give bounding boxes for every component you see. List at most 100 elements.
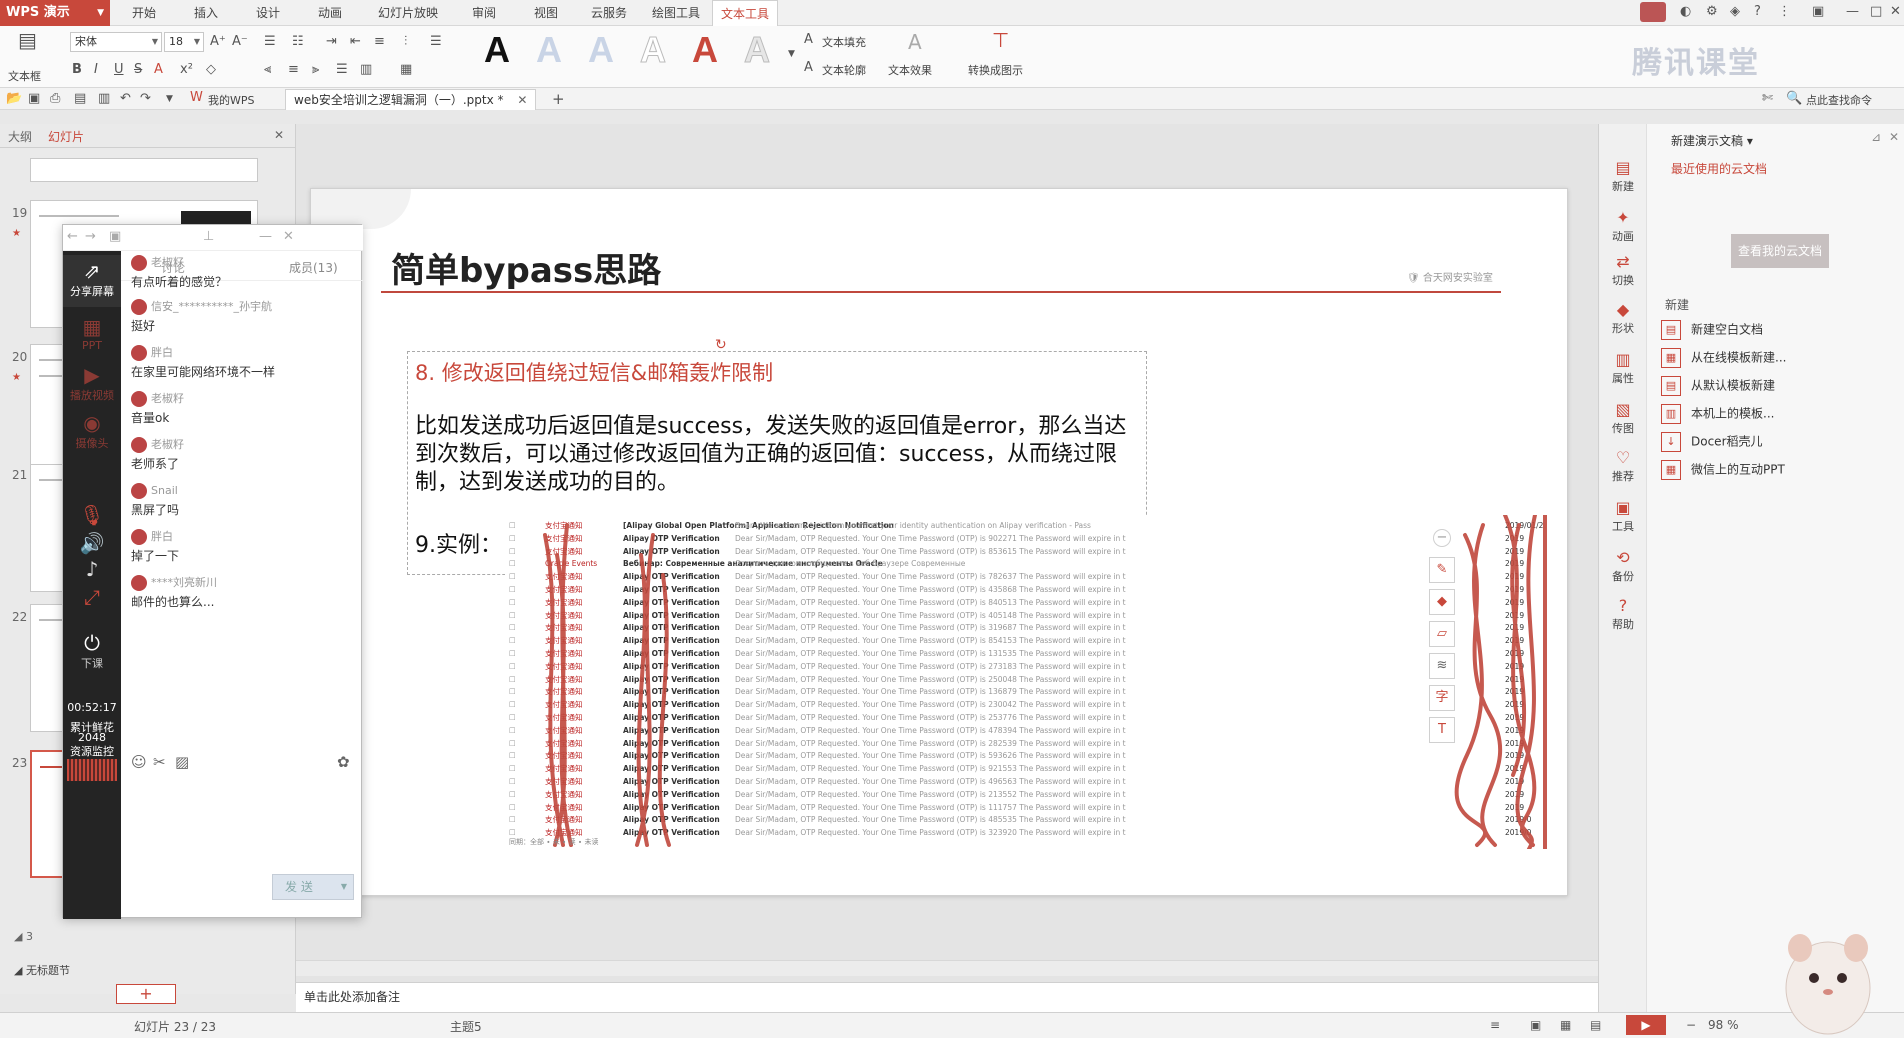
numbering-icon[interactable]: ☷ — [292, 34, 304, 50]
text-direction-icon[interactable]: ⫶ — [404, 34, 407, 50]
tp-transition[interactable]: ⇄ 切换 — [1599, 252, 1647, 288]
skin-icon[interactable]: ◐ — [1680, 4, 1691, 19]
image-icon[interactable]: ▨ — [175, 753, 189, 771]
close-icon[interactable]: ✕ — [1890, 4, 1901, 19]
close-icon[interactable]: ✕ — [283, 229, 294, 245]
user-avatar[interactable] — [1640, 2, 1666, 22]
recent-cloud-docs[interactable]: 最近使用的云文档 — [1671, 160, 1767, 177]
text-outline-icon[interactable]: A — [804, 60, 813, 76]
outdent-icon[interactable]: ⇤ — [350, 34, 361, 50]
slideshow-play-button[interactable]: ▶ — [1626, 1015, 1666, 1035]
outline-icon[interactable]: ▱ — [1429, 621, 1455, 647]
close-tab-icon[interactable]: ✕ — [517, 93, 527, 107]
text-fill-button[interactable]: 文本填充 — [822, 34, 866, 50]
text-style-icon[interactable]: 字 — [1429, 685, 1455, 711]
share-screen-button[interactable]: ⇗ 分享屏幕 — [63, 255, 121, 307]
local-templates[interactable]: ▥ 本机上的模板... — [1661, 404, 1774, 424]
text-box-icon[interactable]: T — [1429, 717, 1455, 743]
export-icon[interactable]: ▥ — [98, 91, 110, 107]
justify-icon[interactable]: ☰ — [336, 62, 348, 78]
tp-properties[interactable]: ▥ 属性 — [1599, 350, 1647, 386]
speaker-button[interactable]: 🔊 — [63, 531, 121, 555]
align-text-icon[interactable]: ☰ — [430, 34, 442, 50]
text-outline-button[interactable]: 文本轮廓 — [822, 62, 866, 78]
zoom-out-icon[interactable]: − — [1686, 1018, 1696, 1032]
tp-new[interactable]: ▤ 新建 — [1599, 158, 1647, 194]
text-effect-icon[interactable]: A — [908, 32, 922, 52]
message-author[interactable]: 胖白 — [131, 345, 351, 361]
tab-outline[interactable]: 大纲 — [8, 128, 32, 145]
message-author[interactable]: 胖白 — [131, 529, 351, 545]
ppt-button[interactable]: ▦ PPT — [63, 315, 121, 352]
tp-recommend[interactable]: ♡ 推荐 — [1599, 448, 1647, 484]
font-color-icon[interactable]: A — [154, 62, 163, 78]
example-label[interactable]: 9.实例： — [415, 527, 502, 559]
flower-icon[interactable]: ✿ — [337, 753, 350, 771]
play-video-button[interactable]: ▶ 播放视频 — [63, 363, 121, 403]
music-button[interactable]: ♪ — [63, 557, 121, 581]
search-icon[interactable]: 🔍 — [1786, 91, 1802, 107]
wordart-style-black[interactable]: A — [484, 30, 510, 70]
bookmark-icon[interactable]: ◈ — [1730, 4, 1740, 19]
decrease-font-icon[interactable]: A⁻ — [232, 34, 248, 50]
message-author[interactable]: Snail — [131, 483, 351, 499]
wordart-style-gray[interactable]: A — [744, 29, 771, 70]
strikethrough-icon[interactable]: S — [134, 62, 142, 78]
bullets-icon[interactable]: ☰ — [264, 34, 276, 50]
convert-to-diagram-button[interactable]: 转换成图示 — [968, 62, 1023, 78]
tab-text-tools[interactable]: 文本工具 — [712, 0, 778, 26]
message-author[interactable]: ****刘亮新川 — [131, 575, 351, 591]
chat-titlebar[interactable]: ← → ▣ ⊥ — ✕ — [63, 225, 363, 251]
wordart-style-red[interactable]: A — [692, 30, 718, 70]
message-author[interactable]: 老椒籽 — [131, 255, 351, 271]
tab-review[interactable]: 审阅 — [462, 0, 506, 26]
more-icon[interactable]: ⋮ — [1778, 4, 1791, 19]
message-author[interactable]: 信安_**********_孙宇航 — [131, 299, 351, 315]
open-icon[interactable]: 📂 — [6, 91, 22, 107]
tp-tools[interactable]: ▣ 工具 — [1599, 498, 1647, 534]
restore-window-icon[interactable]: ▣ — [1812, 4, 1824, 19]
align-center-icon[interactable]: ≡ — [288, 62, 299, 78]
normal-view-icon[interactable]: ▣ — [1530, 1018, 1541, 1032]
new-from-default-template[interactable]: ▤ 从默认模板新建 — [1661, 376, 1775, 396]
screenshot-icon[interactable]: ▣ — [109, 229, 121, 245]
distribute-icon[interactable]: ▥ — [360, 62, 372, 78]
tab-slideshow[interactable]: 幻灯片放映 — [368, 0, 448, 26]
wordart-style-outline[interactable]: A — [640, 29, 667, 70]
camera-button[interactable]: ◉ 摄像头 — [63, 411, 121, 451]
undo-icon[interactable]: ↶ — [120, 91, 131, 107]
tp-upload[interactable]: ▧ 传图 — [1599, 400, 1647, 436]
tp-shapes[interactable]: ◆ 形状 — [1599, 300, 1647, 336]
emoji-icon[interactable]: ☺ — [131, 753, 147, 771]
slide-body-text[interactable]: 比如发送成功后返回值是success，发送失败的返回值是error，那么当达到次… — [415, 413, 1145, 497]
underline-icon[interactable]: U — [114, 62, 124, 78]
back-icon[interactable]: ← — [67, 229, 78, 245]
tab-cloud[interactable]: 云服务 — [584, 0, 634, 26]
pin-pane-icon[interactable]: ⊿ — [1871, 130, 1881, 144]
fill-icon[interactable]: ◆ — [1429, 589, 1455, 615]
layers-icon[interactable]: ≋ — [1429, 653, 1455, 679]
increase-font-icon[interactable]: A⁺ — [210, 34, 226, 50]
message-author[interactable]: 老椒籽 — [131, 437, 351, 453]
minimize-icon[interactable]: — — [1846, 4, 1859, 19]
email-screenshot[interactable]: ☐ 支付宝通知 [Alipay Global Open Platform] Appl… — [505, 515, 1551, 849]
tab-home[interactable]: 开始 — [122, 0, 166, 26]
fullscreen-button[interactable]: ⤢ — [63, 585, 121, 609]
textbox-icon[interactable]: ▤ — [18, 30, 37, 50]
edit-shape-icon[interactable]: ✎ — [1429, 557, 1455, 583]
current-slide[interactable]: 简单bypass思路 🛡 合天网安实验室 ↻ 8. 修改返回值绕过短信&邮箱轰炸… — [310, 188, 1568, 896]
font-size-select[interactable]: 18 ▼ — [164, 32, 204, 52]
slide-title[interactable]: 简单bypass思路 — [391, 243, 661, 292]
close-pane-icon[interactable]: ✕ — [1889, 130, 1899, 144]
align-right-icon[interactable]: ⫸ — [312, 62, 319, 78]
slide-thumb-18[interactable] — [30, 158, 258, 182]
command-search-input[interactable]: 点此查找命令 — [1806, 92, 1872, 108]
maximize-icon[interactable]: □ — [1870, 4, 1882, 19]
horizontal-scrollbar[interactable] — [296, 960, 1598, 976]
document-tab[interactable]: web安全培训之逻辑漏洞（一）.pptx * ✕ — [285, 89, 537, 110]
redo-icon[interactable]: ↷ — [140, 91, 151, 107]
text-effect-button[interactable]: 文本效果 — [888, 62, 932, 78]
wordart-style-blue[interactable]: A — [588, 30, 614, 70]
settings-icon[interactable]: ⚙ — [1706, 4, 1718, 19]
pin-icon[interactable]: ⊥ — [203, 229, 214, 245]
